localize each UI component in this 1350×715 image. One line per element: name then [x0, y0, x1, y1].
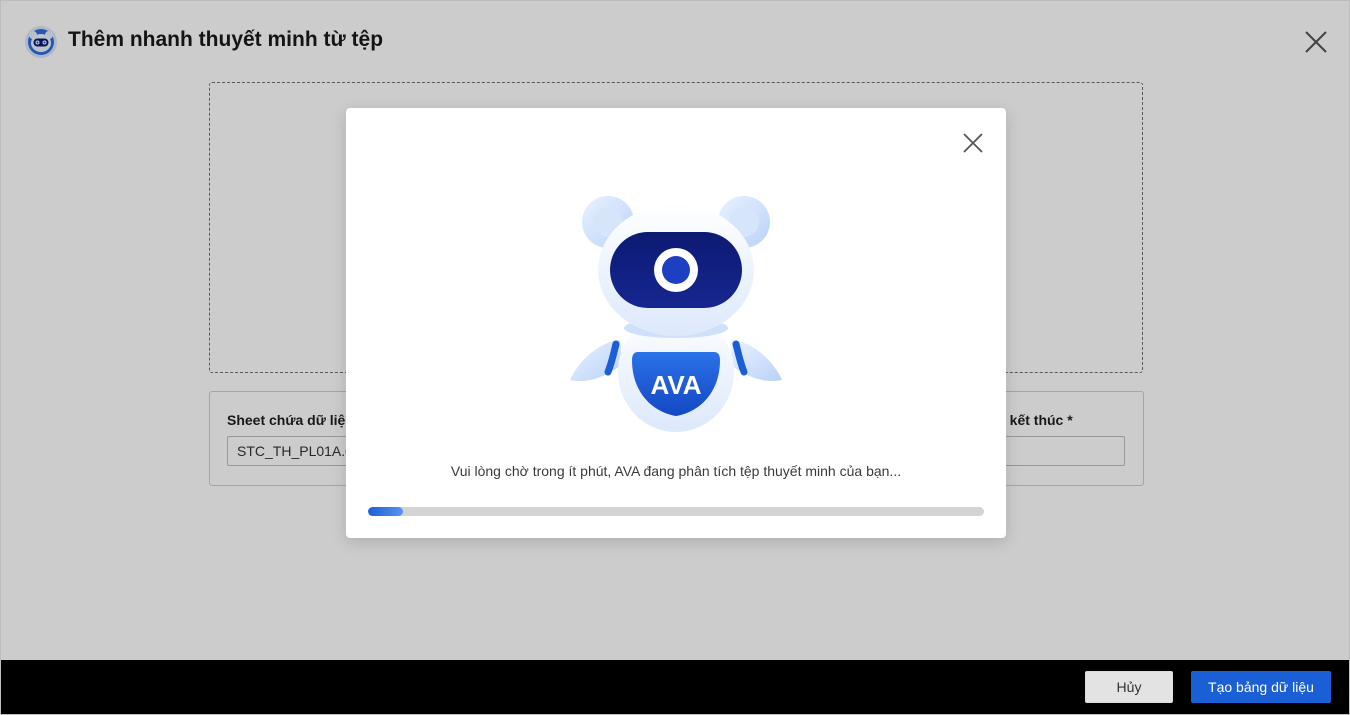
loading-message: Vui lòng chờ trong ít phút, AVA đang phâ… [450, 463, 902, 479]
progress-bar [368, 507, 984, 516]
loading-modal: AVA Vui lòng chờ trong ít phút, AVA đang… [346, 108, 1006, 538]
create-table-button-visible[interactable]: Tạo bảng dữ liệu [1191, 671, 1331, 703]
close-x-icon[interactable] [960, 130, 986, 156]
progress-fill [368, 507, 404, 516]
sheet-label: Sheet chứa dữ liệu [227, 412, 354, 428]
footer-buttons-layer: Hủy Tạo bảng dữ liệu [1, 660, 1349, 714]
close-x-icon[interactable] [1303, 29, 1329, 55]
page-title: Thêm nhanh thuyết minh từ tệp [68, 28, 384, 51]
dialog-window: Thêm nhanh thuyết minh từ tệp Sheet chứa… [0, 0, 1350, 715]
mascot-badge-text: AVA [650, 370, 701, 400]
cancel-button-visible[interactable]: Hủy [1085, 671, 1173, 703]
dialog-header: Thêm nhanh thuyết minh từ tệp [1, 1, 1349, 81]
ava-robot-mascot-icon: AVA [570, 196, 782, 432]
robot-head-icon [25, 26, 57, 58]
